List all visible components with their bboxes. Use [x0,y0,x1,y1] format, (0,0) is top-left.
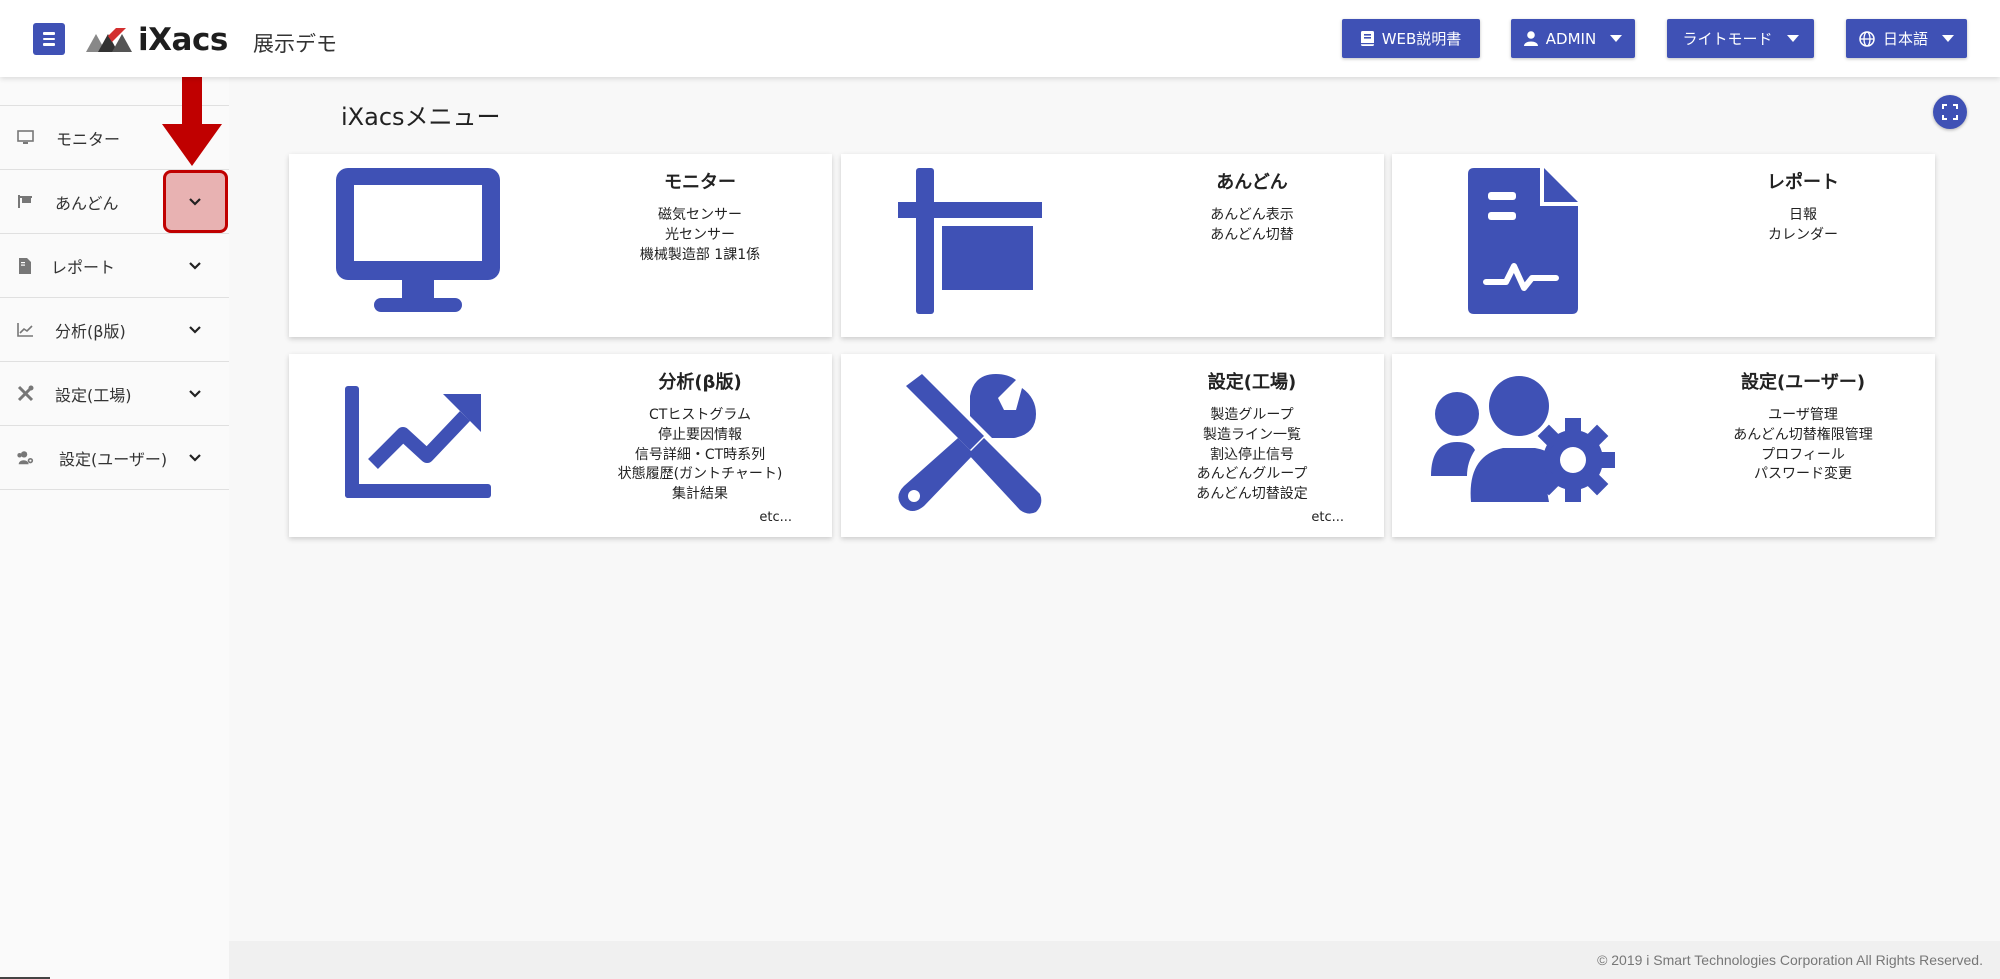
chevron-down-icon[interactable] [188,259,202,273]
card-item-link[interactable]: パスワード変更 [1678,465,1928,485]
copyright-text: © 2019 i Smart Technologies Corporation … [1597,952,1983,968]
caret-down-icon [1610,35,1623,42]
users-cog-icon [16,449,34,467]
monitor-icon [16,129,34,147]
card-item-link[interactable]: 製造ライン一覧 [1127,426,1377,446]
app-title: 展示デモ [253,32,337,56]
language-menu-label: 日本語 [1882,30,1928,48]
chart-line-icon [345,386,491,498]
card-item-link[interactable]: CTヒストグラム [575,406,825,426]
card-item-link[interactable]: あんどん表示 [1127,206,1377,226]
card-item-link[interactable]: カレンダー [1678,226,1928,246]
caret-down-icon [1786,35,1799,42]
card-item-link[interactable]: 光センサー [575,226,825,246]
flag-icon [16,193,34,211]
card-item-link[interactable]: 日報 [1678,206,1928,226]
card-items: ユーザ管理 あんどん切替権限管理 プロフィール パスワード変更 [1678,406,1928,485]
sidebar-item-label: モニター [56,129,121,149]
card-item-link[interactable]: 機械製造部 1課1係 [575,246,825,266]
logo-text: iXacs [138,22,228,58]
menu-card-report[interactable]: レポート 日報 カレンダー [1392,154,1935,337]
card-items: 日報 カレンダー [1678,206,1928,246]
card-item-link[interactable]: 割込停止信号 [1127,446,1377,466]
web-manual-button[interactable]: WEB説明書 [1342,19,1480,58]
card-items: あんどん表示 あんどん切替 [1127,206,1377,246]
top-header: iXacs 展示デモ WEB説明書 ADMIN ライトモード 日本語 [0,0,2000,77]
users-cog-icon [1431,376,1615,502]
chart-line-icon [16,321,34,339]
menu-card-andon[interactable]: あんどん あんどん表示 あんどん切替 [841,154,1384,337]
web-manual-label: WEB説明書 [1381,30,1462,48]
sidebar: モニター あんどん レポート 分析(β版) 設定(工場) 設定(ユーザー) [0,77,229,979]
logo-mark-icon [86,28,132,52]
card-item-link[interactable]: あんどん切替設定 [1127,485,1377,505]
card-items: 磁気センサー 光センサー 機械製造部 1課1係 [575,206,825,265]
sidebar-item-label: 分析(β版) [55,321,126,341]
chevron-down-icon[interactable] [188,387,202,401]
card-items: CTヒストグラム 停止要因情報 信号詳細・CT時系列 状態履歴(ガントチャート)… [575,406,825,505]
sidebar-item-label: 設定(工場) [55,385,132,405]
menu-card-analysis[interactable]: 分析(β版) CTヒストグラム 停止要因情報 信号詳細・CT時系列 状態履歴(ガ… [289,354,832,537]
card-item-link[interactable]: 状態履歴(ガントチャート) [575,465,825,485]
theme-menu-label: ライトモード [1682,30,1773,48]
card-item-link[interactable]: あんどんグループ [1127,465,1377,485]
theme-menu-button[interactable]: ライトモード [1667,19,1814,58]
book-icon [1360,31,1374,46]
footer: © 2019 i Smart Technologies Corporation … [229,941,2000,979]
chevron-down-icon[interactable] [188,195,202,209]
expand-icon [1942,104,1958,120]
sidebar-item-label: 設定(ユーザー) [59,449,168,469]
andon-expand-highlight[interactable] [163,170,228,233]
annotation-arrow-icon [162,70,222,166]
card-item-link[interactable]: 信号詳細・CT時系列 [575,446,825,466]
fullscreen-button[interactable] [1933,95,1967,129]
card-item-link[interactable]: あんどん切替 [1127,226,1377,246]
sidebar-item-label: レポート [51,257,116,277]
menu-card-user-settings[interactable]: 設定(ユーザー) ユーザ管理 あんどん切替権限管理 プロフィール パスワード変更 [1392,354,1935,537]
sidebar-item-report[interactable]: レポート [0,234,229,298]
globe-icon [1859,30,1875,47]
card-title: 分析(β版) [658,372,742,393]
file-icon [16,257,34,275]
sidebar-item-analysis[interactable]: 分析(β版) [0,298,229,362]
caret-down-icon [1942,35,1954,42]
card-title: モニター [664,172,736,193]
card-item-link[interactable]: 集計結果 [575,485,825,505]
hamburger-icon [43,32,55,35]
card-title: 設定(ユーザー) [1740,372,1866,393]
card-item-link[interactable]: 磁気センサー [575,206,825,226]
page-title: iXacsメニュー [341,103,501,131]
logo[interactable]: iXacs [86,20,228,60]
chevron-down-icon[interactable] [188,451,202,465]
card-item-link[interactable]: あんどん切替権限管理 [1678,426,1928,446]
file-medical-icon [1468,168,1578,314]
menu-card-monitor[interactable]: モニター 磁気センサー 光センサー 機械製造部 1課1係 [289,154,832,337]
chevron-down-icon[interactable] [188,323,202,337]
menu-card-factory-settings[interactable]: 設定(工場) 製造グループ 製造ライン一覧 割込停止信号 あんどんグループ あん… [841,354,1384,537]
sidebar-item-factory-settings[interactable]: 設定(工場) [0,362,229,426]
card-item-link[interactable]: 製造グループ [1127,406,1377,426]
card-item-link[interactable]: 停止要因情報 [575,426,825,446]
tools-icon [16,385,34,403]
user-icon [1523,31,1538,46]
tools-icon [898,374,1042,514]
sidebar-item-label: あんどん [55,193,119,213]
sidebar-item-user-settings[interactable]: 設定(ユーザー) [0,426,229,490]
sign-icon [898,168,1042,314]
card-title: 設定(工場) [1207,372,1297,393]
desktop-icon [336,168,500,312]
card-item-link[interactable]: ユーザ管理 [1678,406,1928,426]
card-title: あんどん [1216,172,1288,193]
card-title: レポート [1767,172,1839,193]
card-item-link[interactable]: プロフィール [1678,446,1928,466]
card-etc-link[interactable]: etc... [1311,510,1344,525]
card-items: 製造グループ 製造ライン一覧 割込停止信号 あんどんグループ あんどん切替設定 [1127,406,1377,505]
user-menu-label: ADMIN [1545,29,1597,48]
menu-toggle-button[interactable] [33,23,65,55]
user-menu-button[interactable]: ADMIN [1511,19,1635,58]
language-menu-button[interactable]: 日本語 [1846,19,1967,58]
card-etc-link[interactable]: etc... [759,510,792,525]
